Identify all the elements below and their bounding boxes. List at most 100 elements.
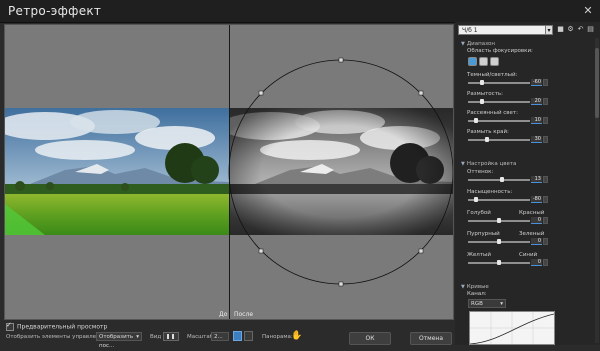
pair-slider-right-label-0: Красный: [519, 210, 545, 216]
pair-slider-spinner-0[interactable]: [543, 217, 548, 224]
pair-slider-value-1[interactable]: 0: [531, 238, 542, 245]
delete-icon[interactable]: ▤: [587, 26, 594, 33]
chevron-down-icon: ▾: [500, 301, 503, 307]
color-slider-spinner-0[interactable]: [543, 176, 548, 183]
range-slider-thumb-0[interactable]: [479, 80, 484, 85]
range-slider-value-3[interactable]: 30: [531, 136, 542, 143]
pair-slider-left-label-1: Пурпурный: [467, 231, 500, 237]
section-color-title: Настройка цвета: [466, 161, 517, 167]
focus-rect-button[interactable]: [490, 57, 499, 66]
focus-area-label: Область фокусировки:: [467, 48, 533, 54]
zoom-value: 2...: [214, 334, 223, 340]
ok-button[interactable]: ОК: [349, 332, 391, 345]
pair-slider-track-1[interactable]: [468, 239, 530, 244]
range-slider-value-0[interactable]: -60: [531, 79, 542, 86]
color-slider-spinner-1[interactable]: [543, 196, 548, 203]
section-range-header[interactable]: ▼ Диапазон: [461, 41, 495, 47]
focus-handle-top-left[interactable]: [258, 90, 264, 96]
range-slider-track-2[interactable]: [468, 118, 530, 123]
section-curves-title: Кривые: [466, 284, 489, 290]
preset-dropdown-chevron-icon[interactable]: ▾: [545, 25, 553, 35]
pair-slider-thumb-1[interactable]: [497, 239, 501, 244]
range-slider-thumb-2[interactable]: [473, 118, 478, 123]
range-slider-spinner-3[interactable]: [543, 136, 548, 143]
zoom-fit-icon[interactable]: [233, 331, 242, 341]
color-slider-thumb-1[interactable]: [473, 197, 478, 202]
focus-handle-top[interactable]: [338, 57, 344, 63]
settings-panel: Ч/б 1 ▾ ■ ⚙ ↶ ▤ ▼ Диапазон Область фокуси…: [455, 22, 600, 345]
range-slider-label-3: Размыть край:: [467, 129, 509, 135]
channel-select[interactable]: RGB ▾: [468, 299, 506, 308]
window-title: Ретро-эффект: [8, 4, 102, 18]
range-slider-track-1[interactable]: [468, 99, 530, 104]
section-range-title: Диапазон: [466, 41, 495, 47]
section-curves-header[interactable]: ▼ Кривые: [461, 284, 489, 290]
split-view-icon[interactable]: [163, 332, 179, 341]
range-slider-value-2[interactable]: 10: [531, 117, 542, 124]
preview-checkbox[interactable]: [6, 321, 14, 331]
range-slider-spinner-2[interactable]: [543, 117, 548, 124]
preview-checkbox-label: Предварительный просмотр: [17, 323, 108, 331]
channel-label: Канал:: [467, 291, 487, 297]
pair-slider-value-2[interactable]: 0: [531, 259, 542, 266]
gear-icon[interactable]: ⚙: [567, 26, 574, 33]
range-slider-track-0[interactable]: [468, 80, 530, 85]
curve-editor[interactable]: [469, 311, 555, 345]
focus-handle-bottom-right[interactable]: [418, 248, 424, 254]
collapse-arrow-icon: ▼: [461, 161, 465, 167]
range-slider-label-0: Темный/светлый:: [467, 72, 518, 78]
panel-scrollbar[interactable]: [595, 38, 599, 343]
pair-slider-track-0[interactable]: [468, 218, 530, 223]
focus-circle-button[interactable]: [468, 57, 477, 66]
color-slider-value-1[interactable]: -80: [531, 196, 542, 203]
section-color-header[interactable]: ▼ Настройка цвета: [461, 161, 516, 167]
range-slider-label-2: Рассеянный свет:: [467, 110, 518, 116]
pair-slider-track-2[interactable]: [468, 260, 530, 265]
pair-slider-value-0[interactable]: 0: [531, 217, 542, 224]
close-icon[interactable]: ✕: [582, 5, 594, 17]
preset-select[interactable]: Ч/б 1: [458, 25, 546, 35]
range-slider-value-1[interactable]: 20: [531, 98, 542, 105]
pair-slider-spinner-1[interactable]: [543, 238, 548, 245]
pair-slider-spinner-2[interactable]: [543, 259, 548, 266]
hand-icon[interactable]: ✋: [291, 331, 302, 341]
pair-slider-thumb-0[interactable]: [497, 218, 501, 223]
zoom-actual-icon[interactable]: [244, 331, 253, 341]
range-slider-track-3[interactable]: [468, 137, 530, 142]
curve-graph[interactable]: [469, 312, 555, 345]
color-slider-track-0[interactable]: [468, 177, 530, 182]
focus-handle-bottom[interactable]: [338, 281, 344, 287]
focus-handle-bottom-left[interactable]: [258, 248, 264, 254]
preview-toggle[interactable]: Предварительный просмотр: [6, 321, 108, 331]
range-slider-spinner-0[interactable]: [543, 79, 548, 86]
reset-icon[interactable]: ↶: [577, 26, 584, 33]
focus-handle-top-right[interactable]: [418, 90, 424, 96]
pair-slider-left-label-2: Желтый: [467, 252, 491, 258]
range-slider-label-1: Размытость:: [467, 91, 503, 97]
focus-area-circle[interactable]: [5, 25, 453, 319]
pair-slider-thumb-2[interactable]: [497, 260, 501, 265]
show-controls-label: Отобразить элементы управления:: [6, 334, 109, 340]
panel-scrollbar-thumb[interactable]: [595, 48, 599, 118]
color-slider-track-1[interactable]: [468, 197, 530, 202]
pair-slider-right-label-2: Синий: [519, 252, 538, 258]
collapse-arrow-icon: ▼: [461, 41, 465, 47]
view-label: Вид: [150, 334, 162, 340]
title-bar: Ретро-эффект ✕: [0, 0, 600, 23]
channel-value: RGB: [471, 301, 483, 307]
range-slider-spinner-1[interactable]: [543, 98, 548, 105]
focus-ellipse-button[interactable]: [479, 57, 488, 66]
cancel-button[interactable]: Отмена: [410, 332, 452, 345]
color-slider-value-0[interactable]: 13: [531, 176, 542, 183]
range-slider-thumb-1[interactable]: [479, 99, 484, 104]
color-slider-label-0: Оттенок:: [467, 169, 494, 175]
panorama-label: Панорама:: [262, 334, 293, 340]
preview-area[interactable]: До После: [4, 24, 454, 320]
show-controls-select[interactable]: Отобразить пос... ▾: [96, 332, 142, 349]
range-slider-thumb-3[interactable]: [485, 137, 490, 142]
show-controls-value: Отобразить пос...: [99, 334, 134, 349]
save-preset-icon[interactable]: ■: [557, 26, 564, 33]
color-slider-thumb-0[interactable]: [499, 177, 504, 182]
color-slider-label-1: Насыщенность:: [467, 189, 513, 195]
zoom-select[interactable]: 2...: [211, 332, 229, 341]
